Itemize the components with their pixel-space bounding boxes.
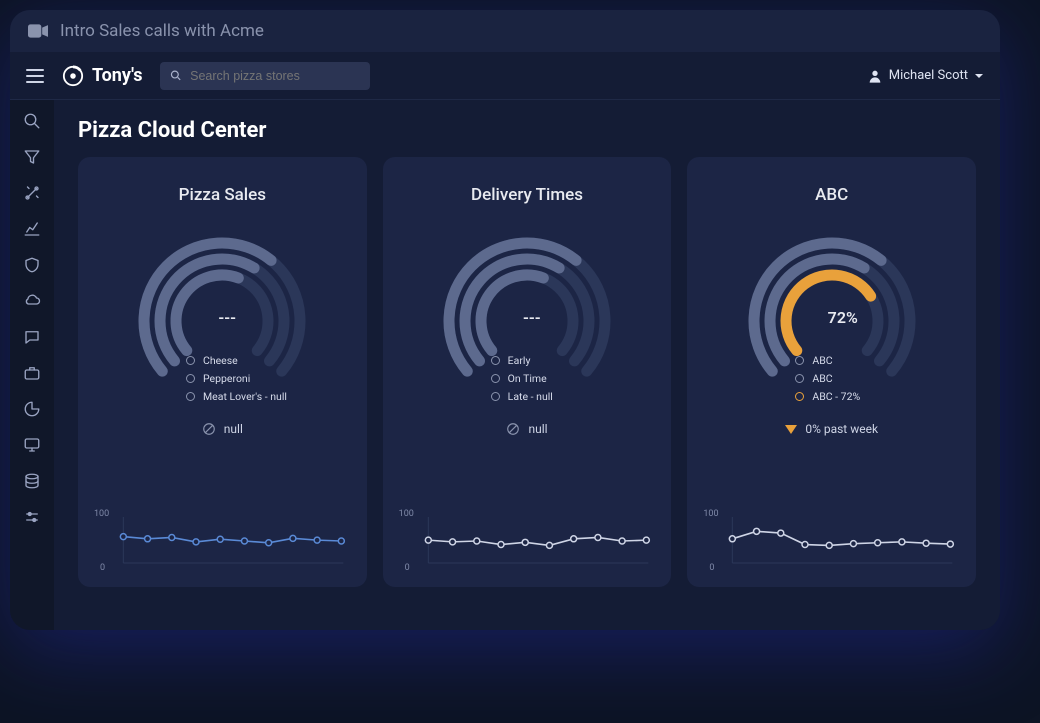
user-menu[interactable]: Michael Scott	[867, 68, 984, 84]
user-icon	[867, 68, 883, 84]
brand-name: Tony's	[92, 65, 142, 86]
footnote-text: null	[224, 422, 243, 436]
dashboard-card: Pizza Sales --- Cheese Pepperoni Meat Lo…	[78, 157, 367, 587]
chart-center-value: ---	[218, 308, 236, 327]
radial-chart: 72%	[732, 225, 932, 405]
radial-chart: ---	[427, 225, 627, 405]
card-footnote: 0% past week	[785, 422, 878, 436]
card-title: ABC	[815, 185, 848, 205]
dashboard-card: ABC 72% ABC ABC ABC - 72% 0% past week 1…	[687, 157, 976, 587]
cloud-icon[interactable]	[23, 292, 41, 310]
titlebar: Intro Sales calls with Acme	[10, 10, 1000, 52]
card-footnote: null	[202, 422, 243, 436]
comment-icon[interactable]	[23, 328, 41, 346]
filter-icon[interactable]	[23, 148, 41, 166]
titlebar-title: Intro Sales calls with Acme	[60, 21, 264, 41]
page-title: Pizza Cloud Center	[78, 118, 976, 143]
app-window: Intro Sales calls with Acme Tony's Micha…	[10, 10, 1000, 630]
trend-down-icon	[785, 425, 797, 434]
chart-center-value: ---	[523, 308, 541, 327]
card-title: Delivery Times	[471, 185, 583, 205]
sliders-icon[interactable]	[23, 508, 41, 526]
shield-icon[interactable]	[23, 256, 41, 274]
menu-toggle[interactable]	[26, 69, 44, 83]
search-icon	[170, 69, 182, 82]
footnote-text: null	[528, 422, 547, 436]
brand[interactable]: Tony's	[62, 65, 142, 87]
sparkline-chart: 100 0	[701, 509, 962, 573]
content-area: Pizza Cloud Center Pizza Sales --- Chees…	[54, 100, 1000, 630]
search-input[interactable]	[190, 69, 360, 83]
sparkline-chart: 100 0	[397, 509, 658, 573]
radial-chart: ---	[122, 225, 322, 405]
footnote-text: 0% past week	[805, 422, 878, 436]
search-field[interactable]	[160, 62, 370, 90]
brand-logo-icon	[62, 65, 84, 87]
tools-icon[interactable]	[23, 184, 41, 202]
briefcase-icon[interactable]	[23, 364, 41, 382]
topbar: Tony's Michael Scott	[10, 52, 1000, 100]
database-icon[interactable]	[23, 472, 41, 490]
card-title: Pizza Sales	[179, 185, 266, 205]
null-icon	[506, 422, 520, 436]
null-icon	[202, 422, 216, 436]
sparkline-chart: 100 0	[92, 509, 353, 573]
search-icon[interactable]	[23, 112, 41, 130]
line-chart-icon[interactable]	[23, 220, 41, 238]
video-camera-icon	[28, 24, 48, 38]
user-name: Michael Scott	[889, 68, 968, 83]
chart-center-value: 72%	[828, 308, 858, 327]
main-row: Pizza Cloud Center Pizza Sales --- Chees…	[10, 100, 1000, 630]
dashboard-card: Delivery Times --- Early On Time Late - …	[383, 157, 672, 587]
card-row: Pizza Sales --- Cheese Pepperoni Meat Lo…	[78, 157, 976, 587]
pie-chart-icon[interactable]	[23, 400, 41, 418]
card-footnote: null	[506, 422, 547, 436]
chevron-down-icon	[974, 71, 984, 81]
monitor-icon[interactable]	[23, 436, 41, 454]
side-rail	[10, 100, 54, 630]
